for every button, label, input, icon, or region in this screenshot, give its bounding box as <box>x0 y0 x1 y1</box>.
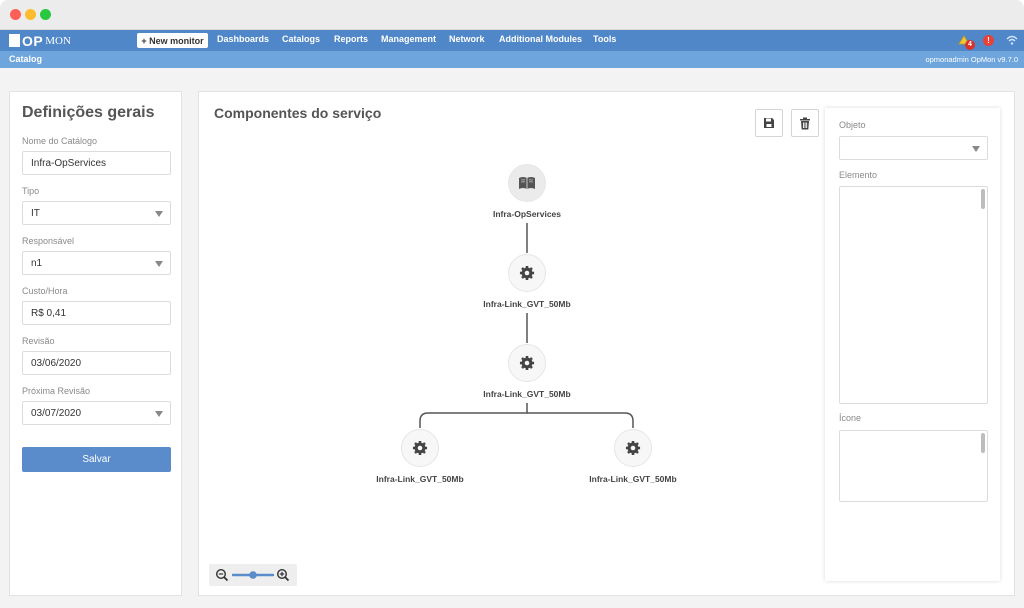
user-version-info: opmonadmin OpMon v9.7.0 <box>925 55 1018 64</box>
general-settings-panel: Definições gerais Nome do Catálogo Infra… <box>9 91 182 596</box>
nav-network[interactable]: Network <box>449 34 485 44</box>
edge <box>419 403 528 428</box>
catalog-name-input[interactable]: Infra-OpServices <box>22 151 171 175</box>
chevron-down-icon <box>972 146 980 152</box>
type-label: Tipo <box>22 186 40 196</box>
element-properties-panel: Objeto Elemento Ícone <box>825 108 1000 581</box>
graph-node-label: Infra-Link_GVT_50Mb <box>483 299 571 309</box>
nav-catalogs[interactable]: Catalogs <box>282 34 320 44</box>
save-button[interactable]: Salvar <box>22 447 171 472</box>
next-revision-label: Próxima Revisão <box>22 386 91 396</box>
navbar-icons: 4 ! <box>957 32 1018 50</box>
zoom-out-icon[interactable] <box>215 568 229 582</box>
graph-node-label: Infra-Link_GVT_50Mb <box>376 474 464 484</box>
cost-hour-label: Custo/Hora <box>22 286 68 296</box>
icon-list[interactable] <box>839 430 988 502</box>
responsible-select[interactable]: n1 <box>22 251 171 275</box>
chevron-down-icon <box>155 411 163 417</box>
close-window-button[interactable] <box>10 9 21 20</box>
graph-node-label: Infra-Link_GVT_50Mb <box>589 474 677 484</box>
maximize-window-button[interactable] <box>40 9 51 20</box>
graph-edges <box>419 223 634 428</box>
responsible-label: Responsável <box>22 236 75 246</box>
icon-label: Ícone <box>839 413 862 423</box>
alert-icon[interactable]: ! <box>983 35 994 46</box>
icon-list-scrollbar[interactable] <box>981 433 985 453</box>
element-list[interactable] <box>839 186 988 404</box>
opmon-logo[interactable]: OP MON <box>9 32 71 49</box>
element-label: Elemento <box>839 170 878 180</box>
catalog-name-label: Nome do Catálogo <box>22 136 98 146</box>
gear-icon <box>625 440 641 456</box>
notification-badge: 4 <box>965 39 975 50</box>
logo-mon-text: MON <box>45 34 71 47</box>
logo-op-text: OP <box>22 32 44 49</box>
gear-icon <box>519 355 535 371</box>
graph-node[interactable] <box>401 429 439 467</box>
gear-icon <box>519 265 535 281</box>
window-chrome <box>0 0 1024 30</box>
graph-node-label: Infra-Link_GVT_50Mb <box>483 389 571 399</box>
logo-mark <box>9 34 20 47</box>
revision-value: 03/06/2020 <box>31 357 82 369</box>
graph-node[interactable] <box>508 344 546 382</box>
object-label: Objeto <box>839 120 866 130</box>
cost-hour-value: R$ 0,41 <box>31 307 67 319</box>
graph-node[interactable] <box>614 429 652 467</box>
minimize-window-button[interactable] <box>25 9 36 20</box>
chevron-down-icon <box>155 211 163 217</box>
nav-management[interactable]: Management <box>381 34 436 44</box>
service-components-panel: Componentes do serviço Infra-OpServices … <box>198 91 1015 596</box>
zoom-slider[interactable] <box>232 569 274 581</box>
chevron-down-icon <box>155 261 163 267</box>
wifi-icon[interactable] <box>1006 32 1018 50</box>
type-value: IT <box>31 207 40 219</box>
zoom-in-icon[interactable] <box>276 568 290 582</box>
breadcrumb-bar: Catalog opmonadmin OpMon v9.7.0 <box>0 51 1024 68</box>
new-monitor-button[interactable]: + New monitor <box>137 33 208 48</box>
zoom-control <box>209 564 297 586</box>
revision-input[interactable]: 03/06/2020 <box>22 351 171 375</box>
next-revision-select[interactable]: 03/07/2020 <box>22 401 171 425</box>
element-list-scrollbar[interactable] <box>981 189 985 209</box>
nav-additional-modules[interactable]: Additional Modules <box>499 34 582 44</box>
panel-title: Definições gerais <box>22 104 155 121</box>
responsible-value: n1 <box>31 257 43 269</box>
nav-reports[interactable]: Reports <box>334 34 368 44</box>
breadcrumb[interactable]: Catalog <box>9 54 42 64</box>
edge <box>527 412 634 428</box>
nav-dashboards[interactable]: Dashboards <box>217 34 269 44</box>
page-content: Definições gerais Nome do Catálogo Infra… <box>0 68 1024 608</box>
nav-tools[interactable]: Tools <box>593 34 616 44</box>
cost-hour-input[interactable]: R$ 0,41 <box>22 301 171 325</box>
next-revision-value: 03/07/2020 <box>31 407 82 419</box>
graph-node-label: Infra-OpServices <box>492 209 562 219</box>
graph-node[interactable] <box>508 254 546 292</box>
service-graph: Infra-OpServices Infra-Link_GVT_50Mb Inf… <box>199 92 819 597</box>
object-select[interactable] <box>839 136 988 160</box>
top-navbar: OP MON + New monitor Dashboards Catalogs… <box>0 30 1024 51</box>
graph-node-root[interactable] <box>508 164 546 202</box>
revision-label: Revisão <box>22 336 55 346</box>
type-select[interactable]: IT <box>22 201 171 225</box>
book-icon <box>519 177 535 189</box>
gear-icon <box>412 440 428 456</box>
notifications-icon[interactable]: 4 <box>957 34 975 50</box>
catalog-name-value: Infra-OpServices <box>31 157 107 169</box>
zoom-slider-handle <box>249 571 257 579</box>
